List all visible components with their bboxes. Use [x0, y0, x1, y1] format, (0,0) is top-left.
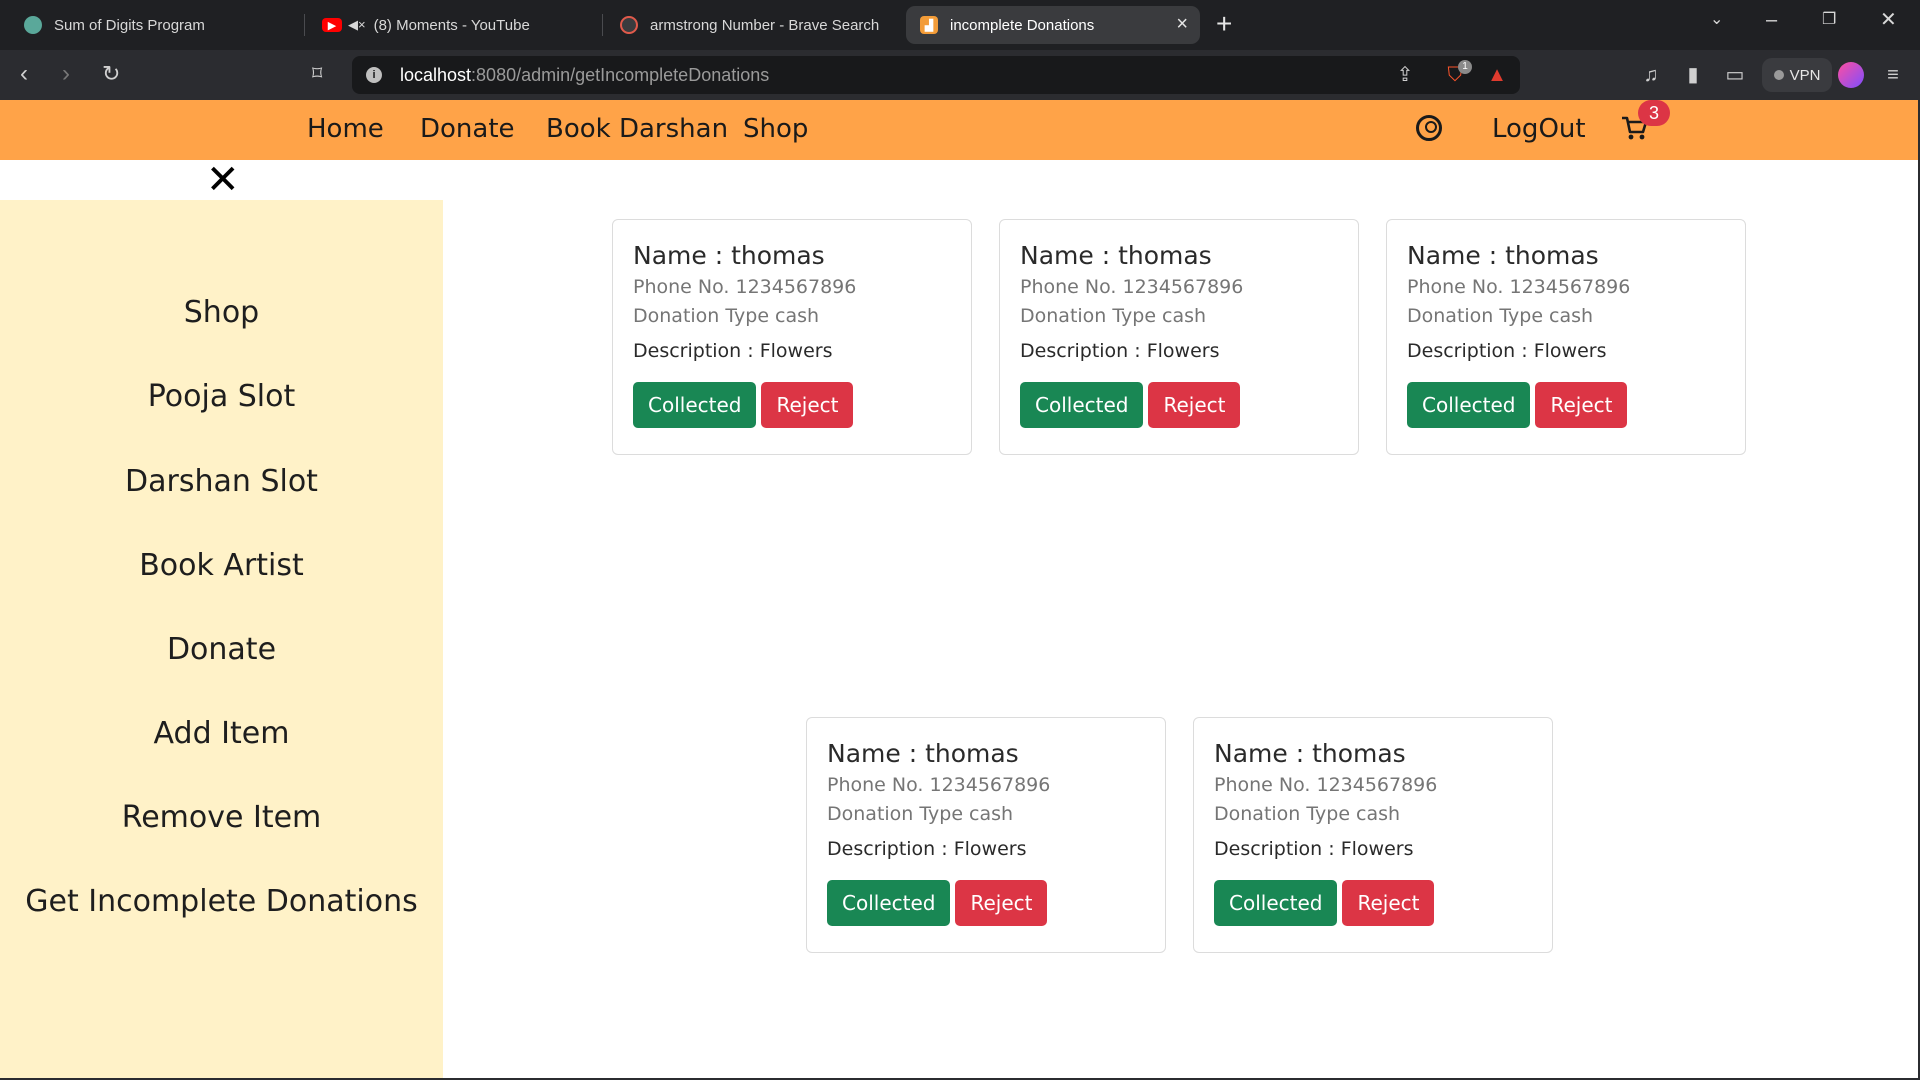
tab-divider — [304, 14, 305, 36]
reject-button[interactable]: Reject — [1342, 880, 1435, 926]
share-icon[interactable]: ⇪ — [1394, 64, 1416, 86]
donor-phone: Phone No. 1234567896 — [633, 276, 857, 298]
nav-logout[interactable]: LogOut — [1492, 114, 1586, 144]
donation-description: Description : Flowers — [1020, 340, 1220, 362]
menu-icon[interactable]: ≡ — [1882, 64, 1904, 86]
collected-button[interactable]: Collected — [1020, 382, 1144, 428]
donor-name: Name : thomas — [1407, 241, 1599, 270]
profile-avatar[interactable] — [1838, 62, 1864, 88]
collected-button[interactable]: Collected — [633, 382, 757, 428]
tab-title: armstrong Number - Brave Search — [650, 16, 880, 34]
sidebar-item-pooja-slot[interactable]: Pooja Slot — [0, 379, 443, 414]
donor-phone: Phone No. 1234567896 — [1407, 276, 1631, 298]
sidebar-item-book-artist[interactable]: Book Artist — [0, 548, 443, 583]
url-path: :8080/admin/getIncompleteDonations — [471, 64, 770, 85]
nav-book-darshan[interactable]: Book Darshan — [546, 114, 728, 144]
close-tab-icon[interactable]: × — [1176, 14, 1188, 34]
donation-description: Description : Flowers — [1214, 838, 1414, 860]
donor-phone: Phone No. 1234567896 — [1214, 774, 1438, 796]
browser-tab[interactable]: armstrong Number - Brave Search — [606, 6, 896, 44]
sidebar-item-get-incomplete-donations[interactable]: Get Incomplete Donations — [0, 884, 443, 919]
reject-button[interactable]: Reject — [955, 880, 1048, 926]
brave-search-icon — [620, 16, 638, 34]
vpn-label: VPN — [1789, 66, 1821, 84]
back-icon[interactable]: ‹ — [20, 62, 28, 86]
site-favicon-icon: ▟ — [920, 16, 938, 34]
donor-name: Name : thomas — [1020, 241, 1212, 270]
sidebar-item-shop[interactable]: Shop — [0, 295, 443, 330]
collected-button[interactable]: Collected — [827, 880, 951, 926]
tab-title: Sum of Digits Program — [54, 16, 205, 34]
youtube-icon: ▶ — [322, 18, 342, 32]
brave-rewards-icon[interactable]: ▲ — [1486, 64, 1508, 86]
donor-name: Name : thomas — [633, 241, 825, 270]
vpn-status-icon — [1773, 70, 1784, 80]
forward-icon[interactable]: › — [62, 62, 70, 86]
nav-home[interactable]: Home — [307, 114, 384, 144]
top-navbar: Home Donate Book Darshan Shop LogOut 3 — [0, 100, 1918, 160]
browser-toolbar: ‹ › ↻ ⌑ i localhost:8080/admin/getIncomp… — [0, 50, 1920, 100]
sidebar-item-add-item[interactable]: Add Item — [0, 716, 443, 751]
collected-button[interactable]: Collected — [1214, 880, 1338, 926]
donor-phone: Phone No. 1234567896 — [1020, 276, 1244, 298]
donation-card: Name : thomas Phone No. 1234567896 Donat… — [999, 219, 1359, 455]
donation-type: Donation Type cash — [1407, 305, 1594, 327]
site-info-icon[interactable]: i — [366, 67, 382, 83]
donation-description: Description : Flowers — [827, 838, 1027, 860]
tab-title: (8) Moments - YouTube — [373, 16, 530, 34]
reject-button[interactable]: Reject — [1535, 382, 1628, 428]
close-icon[interactable]: ✕ — [206, 160, 240, 200]
browser-tab-bar: Sum of Digits Program ▶ ◀× (8) Moments -… — [0, 0, 1920, 50]
donor-phone: Phone No. 1234567896 — [827, 774, 1051, 796]
sidebar-item-darshan-slot[interactable]: Darshan Slot — [0, 464, 443, 499]
donation-type: Donation Type cash — [633, 305, 820, 327]
cart-count-badge: 3 — [1638, 100, 1670, 126]
admin-sidebar: Shop Pooja Slot Darshan Slot Book Artist… — [0, 200, 443, 1078]
donor-name: Name : thomas — [1214, 739, 1406, 768]
shields-count-badge: 1 — [1458, 60, 1472, 74]
address-bar[interactable]: i localhost:8080/admin/getIncompleteDona… — [352, 56, 1520, 94]
bookmark-icon[interactable]: ⌑ — [312, 62, 322, 86]
tab-divider — [602, 14, 603, 36]
sidebar-toggle-icon[interactable]: ▮ — [1682, 64, 1704, 86]
minimize-icon[interactable]: – — [1766, 10, 1777, 30]
donation-card: Name : thomas Phone No. 1234567896 Donat… — [1193, 717, 1553, 953]
nav-donate[interactable]: Donate — [420, 114, 515, 144]
donor-name: Name : thomas — [827, 739, 1019, 768]
user-circle-icon[interactable] — [1416, 115, 1442, 141]
web-page: Home Donate Book Darshan Shop LogOut 3 ✕… — [0, 100, 1918, 1078]
sidebar-close-bar: ✕ — [0, 160, 443, 200]
tab-list-chevron-icon[interactable]: ⌄ — [1710, 10, 1723, 30]
browser-tab[interactable]: Sum of Digits Program — [10, 6, 300, 44]
sidebar-item-remove-item[interactable]: Remove Item — [0, 800, 443, 835]
new-tab-icon[interactable]: + — [1216, 10, 1232, 38]
reject-button[interactable]: Reject — [761, 382, 854, 428]
wallet-icon[interactable]: ▭ — [1724, 64, 1746, 86]
nav-shop[interactable]: Shop — [743, 114, 808, 144]
reload-icon[interactable]: ↻ — [102, 62, 120, 86]
window-close-icon[interactable]: ✕ — [1880, 10, 1897, 30]
donation-type: Donation Type cash — [1020, 305, 1207, 327]
browser-tab-active[interactable]: ▟ incomplete Donations × — [906, 6, 1200, 44]
donation-type: Donation Type cash — [1214, 803, 1401, 825]
reject-button[interactable]: Reject — [1148, 382, 1241, 428]
sidebar-item-donate[interactable]: Donate — [0, 632, 443, 667]
browser-tab[interactable]: ▶ ◀× (8) Moments - YouTube — [308, 6, 598, 44]
media-icon[interactable]: ♫ — [1640, 64, 1662, 86]
muted-speaker-icon[interactable]: ◀× — [348, 17, 366, 33]
vpn-button[interactable]: VPN — [1762, 58, 1832, 92]
donation-description: Description : Flowers — [633, 340, 833, 362]
donation-card: Name : thomas Phone No. 1234567896 Donat… — [806, 717, 1166, 953]
tab-title: incomplete Donations — [950, 16, 1095, 34]
donation-description: Description : Flowers — [1407, 340, 1607, 362]
restore-icon[interactable]: ❐ — [1822, 10, 1836, 30]
url-host: localhost — [400, 64, 472, 85]
chatgpt-icon — [24, 16, 42, 34]
donation-card: Name : thomas Phone No. 1234567896 Donat… — [1386, 219, 1746, 455]
donation-type: Donation Type cash — [827, 803, 1014, 825]
donation-card: Name : thomas Phone No. 1234567896 Donat… — [612, 219, 972, 455]
collected-button[interactable]: Collected — [1407, 382, 1531, 428]
